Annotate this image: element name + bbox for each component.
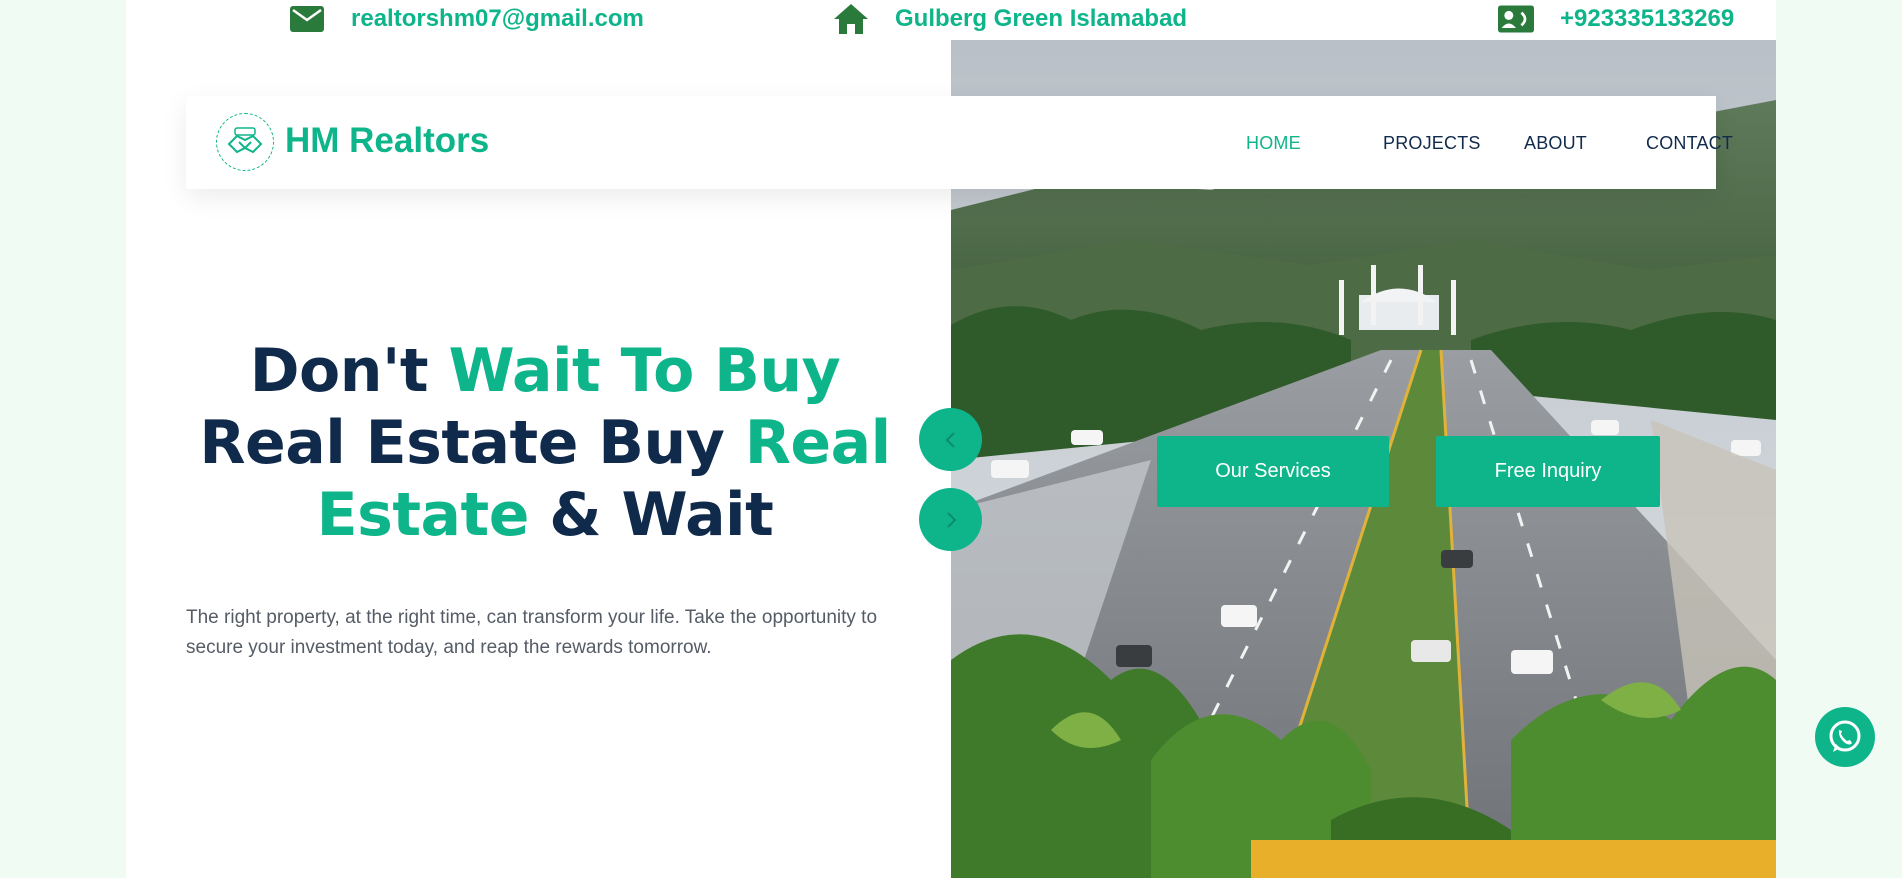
nav-home[interactable]: HOME <box>1246 133 1301 154</box>
contact-address-text: Gulberg Green Islamabad <box>895 5 1188 32</box>
our-services-button[interactable]: Our Services <box>1157 436 1389 507</box>
hero-description: The right property, at the right time, c… <box>186 607 878 658</box>
contact-bar: realtorshm07@gmail.com Gulberg Green Isl… <box>126 0 1776 40</box>
handshake-icon <box>227 127 263 154</box>
nav-contact[interactable]: CONTACT <box>1646 133 1733 154</box>
headline-part-3: Real Estate Buy <box>199 408 745 478</box>
nav-about[interactable]: ABOUT <box>1524 133 1587 154</box>
contact-card-icon <box>1498 3 1534 35</box>
contact-email[interactable]: realtorshm07@gmail.com <box>289 0 644 38</box>
slider-next-button[interactable] <box>919 488 982 551</box>
whatsapp-button[interactable] <box>1815 707 1875 767</box>
headline-part-5: & Wait <box>528 480 774 550</box>
nav-projects[interactable]: PROJECTS <box>1383 133 1481 154</box>
brand-name[interactable]: HM Realtors <box>285 121 489 161</box>
logo[interactable] <box>216 113 274 171</box>
contact-address: Gulberg Green Islamabad <box>833 0 1187 38</box>
contact-phone[interactable]: +923335133269 <box>1498 0 1734 38</box>
headline-part-2: Wait To Buy <box>448 336 841 406</box>
hero-headline: Don't Wait To Buy Real Estate Buy Real E… <box>186 335 904 551</box>
free-inquiry-button[interactable]: Free Inquiry <box>1436 436 1660 507</box>
contact-phone-text: +923335133269 <box>1560 5 1735 32</box>
whatsapp-icon <box>1829 720 1861 752</box>
chevron-left-icon <box>945 431 955 448</box>
slider-prev-button[interactable] <box>919 408 982 471</box>
contact-email-text: realtorshm07@gmail.com <box>351 5 644 32</box>
headline-part-1: Don't <box>249 336 449 406</box>
page: realtorshm07@gmail.com Gulberg Green Isl… <box>126 0 1776 878</box>
envelope-icon <box>289 3 325 35</box>
home-icon <box>833 3 869 35</box>
navbar: HM Realtors HOME PROJECTS ABOUT CONTACT <box>186 96 1733 189</box>
chevron-right-icon <box>946 511 956 528</box>
